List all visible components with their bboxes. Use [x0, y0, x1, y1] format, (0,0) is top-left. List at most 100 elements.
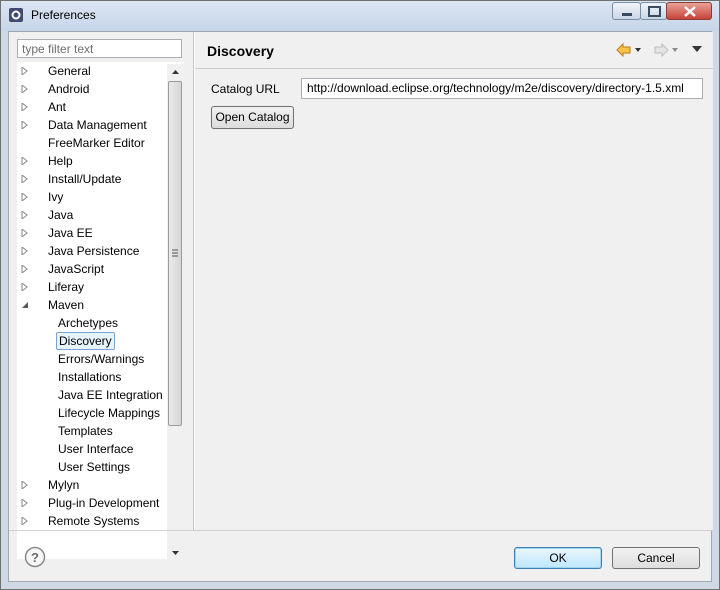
discovery-page: Catalog URL http://download.eclipse.org/… — [195, 69, 713, 530]
eclipse-icon — [9, 8, 23, 22]
open-catalog-button[interactable]: Open Catalog — [211, 106, 294, 129]
tree-item[interactable]: Installations — [17, 368, 167, 386]
tree-item-label: Maven — [48, 298, 85, 312]
tree-item-label: Java — [48, 208, 74, 222]
page-header: Discovery — [195, 32, 713, 68]
preference-tree: General Android Ant Data Management FreeMark… — [17, 62, 184, 559]
tree-item-label: Java Persistence — [48, 244, 140, 258]
collapsed-arrow-icon[interactable] — [21, 193, 29, 201]
tree-item-label: User Settings — [58, 460, 131, 474]
collapsed-arrow-icon[interactable] — [21, 103, 29, 111]
tree-item[interactable]: Plug-in Development — [17, 494, 167, 512]
tree-item-label: Plug-in Development — [48, 496, 160, 510]
tree-item[interactable]: Lifecycle Mappings — [17, 404, 167, 422]
close-button[interactable] — [666, 2, 712, 20]
collapsed-arrow-icon[interactable] — [21, 229, 29, 237]
catalog-url-label: Catalog URL — [211, 82, 280, 96]
tree-item[interactable]: Ant — [17, 98, 167, 116]
tree-item[interactable]: User Settings — [17, 458, 167, 476]
catalog-url-field[interactable]: http://download.eclipse.org/technology/m… — [301, 78, 703, 99]
maximize-button[interactable] — [640, 2, 667, 20]
collapsed-arrow-icon[interactable] — [21, 499, 29, 507]
tree-item-label: JavaScript — [48, 262, 105, 276]
collapsed-arrow-icon[interactable] — [21, 283, 29, 291]
tree-item-label: Install/Update — [48, 172, 122, 186]
tree-item-label: Installations — [58, 370, 122, 384]
tree-item-label: Archetypes — [58, 316, 119, 330]
tree-item-label: Data Management — [48, 118, 147, 132]
tree-item-label: Errors/Warnings — [58, 352, 145, 366]
tree-item[interactable]: User Interface — [17, 440, 167, 458]
grip-icon — [172, 249, 178, 257]
collapsed-arrow-icon[interactable] — [21, 175, 29, 183]
tree-item-label: Mylyn — [48, 478, 80, 492]
window-title: Preferences — [31, 8, 96, 22]
scroll-thumb[interactable] — [168, 81, 182, 426]
tree-item[interactable]: Templates — [17, 422, 167, 440]
collapsed-arrow-icon[interactable] — [21, 157, 29, 165]
tree-item[interactable]: Java — [17, 206, 167, 224]
tree-item-label: Java EE Integration — [58, 388, 163, 402]
tree-item[interactable]: Maven — [17, 296, 167, 314]
tree-item[interactable]: Remote Systems — [17, 512, 167, 530]
collapsed-arrow-icon[interactable] — [21, 481, 29, 489]
tree-item[interactable]: Help — [17, 152, 167, 170]
tree-scrollbar[interactable] — [167, 64, 184, 561]
maximize-icon — [648, 6, 661, 17]
tree-item-label: User Interface — [58, 442, 134, 456]
collapsed-arrow-icon[interactable] — [21, 265, 29, 273]
tree-item-label: Android — [48, 82, 90, 96]
tree-item-label: Java EE — [48, 226, 93, 240]
back-arrow-icon[interactable] — [615, 42, 645, 58]
collapsed-arrow-icon[interactable] — [21, 85, 29, 93]
tree-item-label: Help — [48, 154, 73, 168]
tree-item[interactable]: Java EE — [17, 224, 167, 242]
tree-item-label: General — [48, 64, 91, 78]
tree-item[interactable]: Mylyn — [17, 476, 167, 494]
cancel-button[interactable]: Cancel — [612, 547, 700, 569]
preferences-window: Preferences General Android Ant Data Manage… — [0, 0, 720, 590]
dialog-body: General Android Ant Data Management FreeMark… — [8, 31, 713, 582]
minimize-button[interactable] — [612, 2, 641, 20]
footer-divider — [9, 530, 713, 531]
collapsed-arrow-icon[interactable] — [21, 247, 29, 255]
ok-button[interactable]: OK — [514, 547, 602, 569]
scroll-up-icon[interactable] — [167, 64, 184, 81]
tree-item[interactable]: Java EE Integration — [17, 386, 167, 404]
help-icon[interactable]: ? — [24, 546, 46, 568]
scroll-down-icon[interactable] — [167, 544, 184, 561]
tree-item-label: Ivy — [48, 190, 64, 204]
tree-item[interactable]: General — [17, 62, 167, 80]
tree-item[interactable]: Data Management — [17, 116, 167, 134]
tree-item-label: Liferay — [48, 280, 85, 294]
expanded-arrow-icon[interactable] — [21, 301, 29, 309]
filter-input[interactable] — [17, 39, 182, 58]
tree-item[interactable]: Java Persistence — [17, 242, 167, 260]
collapsed-arrow-icon[interactable] — [21, 67, 29, 75]
tree-item-label: Lifecycle Mappings — [58, 406, 161, 420]
tree-item[interactable]: Errors/Warnings — [17, 350, 167, 368]
svg-text:?: ? — [31, 550, 39, 565]
tree-item[interactable]: Archetypes — [17, 314, 167, 332]
collapsed-arrow-icon[interactable] — [21, 121, 29, 129]
title-bar[interactable]: Preferences — [1, 1, 719, 31]
tree-item[interactable]: Android — [17, 80, 167, 98]
collapsed-arrow-icon[interactable] — [21, 517, 29, 525]
tree-item-label: Ant — [48, 100, 67, 114]
tree-item-label: Discovery — [56, 332, 115, 350]
tree-item[interactable]: Install/Update — [17, 170, 167, 188]
tree-item[interactable]: FreeMarker Editor — [17, 134, 167, 152]
tree-item-label: Remote Systems — [48, 514, 140, 528]
collapsed-arrow-icon[interactable] — [21, 211, 29, 219]
tree-item-label: Templates — [58, 424, 113, 438]
view-menu-icon[interactable] — [691, 45, 703, 53]
tree-item[interactable]: Ivy — [17, 188, 167, 206]
forward-arrow-icon[interactable] — [652, 42, 682, 58]
tree-item[interactable]: JavaScript — [17, 260, 167, 278]
tree-item[interactable]: Discovery — [17, 332, 167, 350]
tree-item[interactable]: Liferay — [17, 278, 167, 296]
page-title: Discovery — [207, 43, 274, 59]
close-icon — [684, 6, 696, 17]
minimize-icon — [622, 13, 632, 16]
tree-item-label: FreeMarker Editor — [48, 136, 145, 150]
